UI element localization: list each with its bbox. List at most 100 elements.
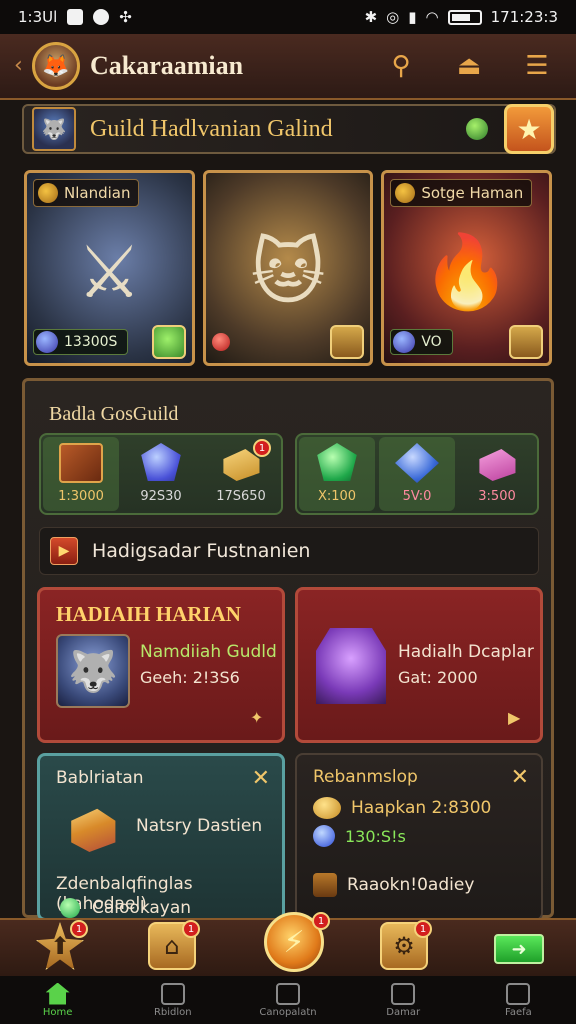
news-icon: ▶ (50, 537, 78, 565)
wifi-icon: ◠ (425, 8, 439, 26)
close-icon[interactable]: ✕ (511, 765, 529, 790)
battery-icon (447, 9, 482, 25)
back-chevron-icon[interactable]: ‹ (14, 55, 28, 77)
card-footer-label: Calookayan (92, 898, 192, 918)
event-portrait: 🐺 (56, 634, 130, 708)
hero-card-2[interactable]: 🐱 (202, 170, 374, 366)
guild-portrait[interactable]: 🐺 (32, 107, 76, 151)
search-icon[interactable]: ⚲ (384, 49, 418, 83)
resource-item[interactable]: 3:500 (459, 437, 535, 511)
signal-icon: ▮ (408, 8, 417, 26)
nav-label: Damar (386, 1006, 421, 1018)
hero-row: ⚔ Nlandian 13300S 🐱 🔥 Sotge Haman VO (24, 170, 553, 366)
nav-label: Faefa (505, 1006, 532, 1018)
news-text: Hadigsadar Fustnanien (92, 540, 311, 562)
next-arrow-button[interactable]: ➜ (494, 934, 544, 964)
resource-item[interactable]: X:100 (299, 437, 375, 511)
favorite-star-button[interactable]: ★ (504, 104, 554, 154)
hero-footer (211, 325, 365, 359)
blue-orb-icon (313, 825, 335, 847)
hero-footer: 13300S (33, 325, 186, 359)
sparkle-icon: ✦ (250, 708, 264, 727)
green-gem-icon (466, 118, 488, 140)
menu-icon[interactable]: ☰ (520, 49, 554, 83)
reward-text: Raaokn!0adiey (347, 875, 475, 895)
nav-label: Rbidlon (153, 1006, 192, 1018)
hero-tag-label: Sotge Haman (421, 184, 524, 202)
reward-row: Haapkan 2:8300 (313, 797, 491, 819)
notification-badge: 1 (253, 439, 271, 457)
resource-value: 92S30 (140, 489, 182, 504)
guild-name: Guild Hadlvanian Galind (90, 115, 333, 142)
guild-panel: Badla GosGuild 1:3000 92S30 1 17S650 X:1… (22, 378, 554, 921)
reward-card-left[interactable]: Bablriatan ✕ Natsry Dastien Zdenbalqfing… (37, 753, 285, 921)
status-time: 1:3Ul (18, 8, 58, 26)
status-bar: 1:3Ul ✣ ✱ ◎ ▮ ◠ 171:23:3 (0, 0, 576, 34)
event-subtitle: Namdiiah Gudld (140, 642, 277, 662)
event-subtitle: Hadialh Dcaplar (398, 642, 534, 662)
resource-item[interactable]: 5V:0 (379, 437, 455, 511)
hero-class-icon (395, 183, 416, 203)
close-icon[interactable]: ✕ (252, 766, 270, 791)
resource-value: 1:3000 (58, 489, 104, 504)
pink-bar-icon (479, 449, 516, 481)
resource-value: 3:500 (478, 489, 516, 504)
summon-icon[interactable]: ⏏ (452, 49, 486, 83)
hero-upgrade-button[interactable] (151, 325, 186, 359)
bluetooth-icon: ✱ (364, 8, 378, 26)
nav-label: Canopalatn (259, 1006, 317, 1018)
hero-figure: ⚔ (77, 229, 142, 314)
event-card-right[interactable]: Hadialh Dcaplar Gat: 2000 ▶ (295, 587, 543, 743)
blue-crystal-icon (395, 443, 439, 483)
nav-faefa[interactable]: Faefa (461, 976, 576, 1024)
nav-damar[interactable]: Damar (346, 976, 461, 1024)
hero-card-3[interactable]: 🔥 Sotge Haman VO (381, 170, 553, 366)
reward-text: Haapkan 2:8300 (351, 798, 492, 818)
event-detail: Geeh: 2!3S6 (140, 668, 240, 687)
hero-power-value: VO (421, 334, 442, 350)
gift-box-icon (71, 808, 116, 852)
resource-value: X:100 (317, 489, 357, 504)
sync-icon: ◎ (386, 8, 400, 26)
hero-card-1[interactable]: ⚔ Nlandian 13300S (24, 170, 195, 366)
notification-badge: 1 (414, 920, 432, 938)
hero-tag: Nlandian (33, 179, 140, 207)
app-icon (93, 9, 110, 25)
notification-icon (67, 9, 84, 25)
hero-power-value: 13300S (64, 334, 118, 350)
bottom-nav: Home Rbidlon Canopalatn Damar Faefa (0, 976, 576, 1024)
notification-badge: 1 (182, 920, 200, 938)
resource-item[interactable]: 1 17S650 (203, 437, 279, 511)
resource-value: 5V:0 (402, 489, 432, 504)
event-detail: Gat: 2000 (398, 668, 478, 687)
panel-title: Badla GosGuild (49, 403, 179, 425)
hero-upgrade-button[interactable] (330, 325, 365, 359)
nav-label: Home (42, 1006, 73, 1018)
book-icon (59, 443, 103, 483)
home-icon (45, 982, 70, 1005)
page-title: Cakaraamian (90, 51, 244, 80)
nav-canopalatn[interactable]: Canopalatn (230, 976, 345, 1024)
news-bar[interactable]: ▶ Hadigsadar Fustnanien (39, 527, 539, 575)
gold-coin-icon (313, 797, 341, 819)
resource-item[interactable]: 1:3000 (43, 437, 119, 511)
nav-rbidlon[interactable]: Rbidlon (115, 976, 230, 1024)
purple-chest-icon (316, 628, 386, 704)
card-title: Rebanmslop (313, 767, 418, 787)
resource-group-right: X:100 5V:0 3:500 (295, 433, 539, 515)
resource-group-left: 1:3000 92S30 1 17S650 (39, 433, 283, 515)
notification-badge: 1 (312, 912, 330, 930)
avatar[interactable]: 🦊 (32, 42, 80, 90)
settings-icon: ✣ (119, 8, 132, 26)
blue-gem-icon (36, 331, 58, 353)
resource-item[interactable]: 92S30 (123, 437, 199, 511)
card-footer-row: Calookayan (60, 898, 191, 918)
status-right-time: 171:23:3 (490, 8, 558, 26)
hero-upgrade-button[interactable] (509, 325, 544, 359)
blue-gem-icon (141, 443, 181, 481)
nav-home[interactable]: Home (0, 976, 115, 1024)
reward-card-right[interactable]: Rebanmslop ✕ Haapkan 2:8300 130:S!s Raao… (295, 753, 543, 921)
hero-figure: 🔥 (421, 229, 512, 314)
event-card-left[interactable]: HADIAIH HARIAN 🐺 Namdiiah Gudld Geeh: 2!… (37, 587, 285, 743)
guild-banner[interactable]: 🐺 Guild Hadlvanian Galind ★ (22, 104, 556, 154)
